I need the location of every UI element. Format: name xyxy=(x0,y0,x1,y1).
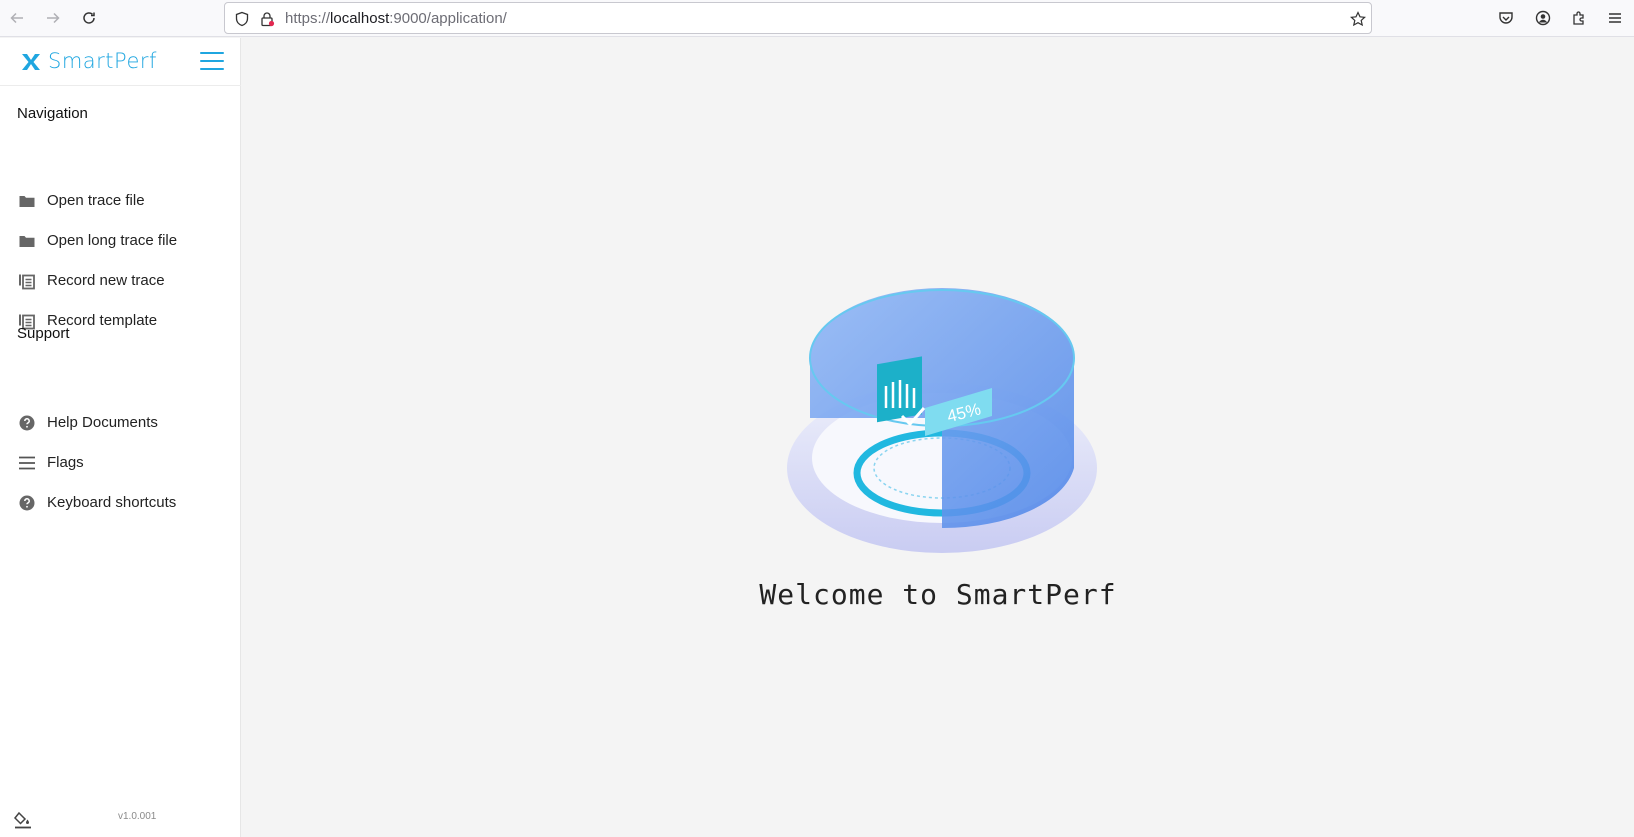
address-bar[interactable]: https://localhost:9000/application/ xyxy=(224,2,1372,34)
folder-icon xyxy=(19,196,35,207)
copy-icon xyxy=(19,274,35,290)
section-title-support: Support xyxy=(17,325,70,342)
nav-item-label: Help Documents xyxy=(47,414,158,431)
paint-bucket-icon[interactable] xyxy=(14,810,34,830)
section-title-navigation: Navigation xyxy=(17,105,88,122)
bookmark-star-icon[interactable] xyxy=(1349,10,1367,28)
welcome-title: Welcome to SmartPerf xyxy=(759,578,1117,611)
pocket-button[interactable] xyxy=(1494,6,1518,30)
nav-item-label: Keyboard shortcuts xyxy=(47,494,177,511)
nav-item-open-long-trace-file[interactable]: Open long trace file xyxy=(0,223,241,259)
puzzle-icon xyxy=(1573,11,1584,25)
menu-lines-icon xyxy=(19,456,35,470)
pocket-icon xyxy=(1499,12,1513,24)
smartperf-logo-icon xyxy=(22,54,40,70)
brand-header: SmartPerf xyxy=(0,38,241,86)
help-icon xyxy=(19,415,35,431)
sidebar: SmartPerf Navigation Open trace file Ope… xyxy=(0,38,241,837)
nav-item-flags[interactable]: Flags xyxy=(0,445,241,481)
nav-item-label: Record new trace xyxy=(47,272,165,289)
nav-item-keyboard-shortcuts[interactable]: Keyboard shortcuts xyxy=(0,485,241,521)
folder-icon xyxy=(19,236,35,247)
sidebar-toggle-button[interactable] xyxy=(200,52,224,72)
url-text[interactable]: https://localhost:9000/application/ xyxy=(285,10,507,27)
arrow-right-icon xyxy=(47,12,60,24)
hamburger-icon xyxy=(1609,13,1621,23)
reload-button[interactable] xyxy=(77,6,101,30)
reload-icon xyxy=(83,12,95,24)
arrow-left-icon xyxy=(10,12,23,24)
nav-item-label: Flags xyxy=(47,454,84,471)
extensions-button[interactable] xyxy=(1567,6,1591,30)
nav-item-help-documents[interactable]: Help Documents xyxy=(0,405,241,441)
browser-toolbar: https://localhost:9000/application/ xyxy=(0,0,1634,37)
app-name: SmartPerf xyxy=(48,49,157,73)
nav-item-open-trace-file[interactable]: Open trace file xyxy=(0,183,241,219)
app-menu-button[interactable] xyxy=(1603,6,1627,30)
nav-item-record-new-trace[interactable]: Record new trace xyxy=(0,263,241,299)
account-button[interactable] xyxy=(1531,6,1555,30)
shield-icon[interactable] xyxy=(233,10,251,28)
account-icon xyxy=(1535,10,1551,26)
forward-button[interactable] xyxy=(41,6,65,30)
nav-item-label: Open long trace file xyxy=(47,232,178,249)
back-button[interactable] xyxy=(5,6,29,30)
lock-icon[interactable] xyxy=(258,10,276,28)
version-label: v1.0.001 xyxy=(118,811,157,822)
nav-item-label: Open trace file xyxy=(47,192,145,209)
help-icon xyxy=(19,495,35,511)
welcome-illustration: 45% xyxy=(787,288,1097,553)
main-content: 45% Welcome to SmartPerf xyxy=(242,38,1634,837)
